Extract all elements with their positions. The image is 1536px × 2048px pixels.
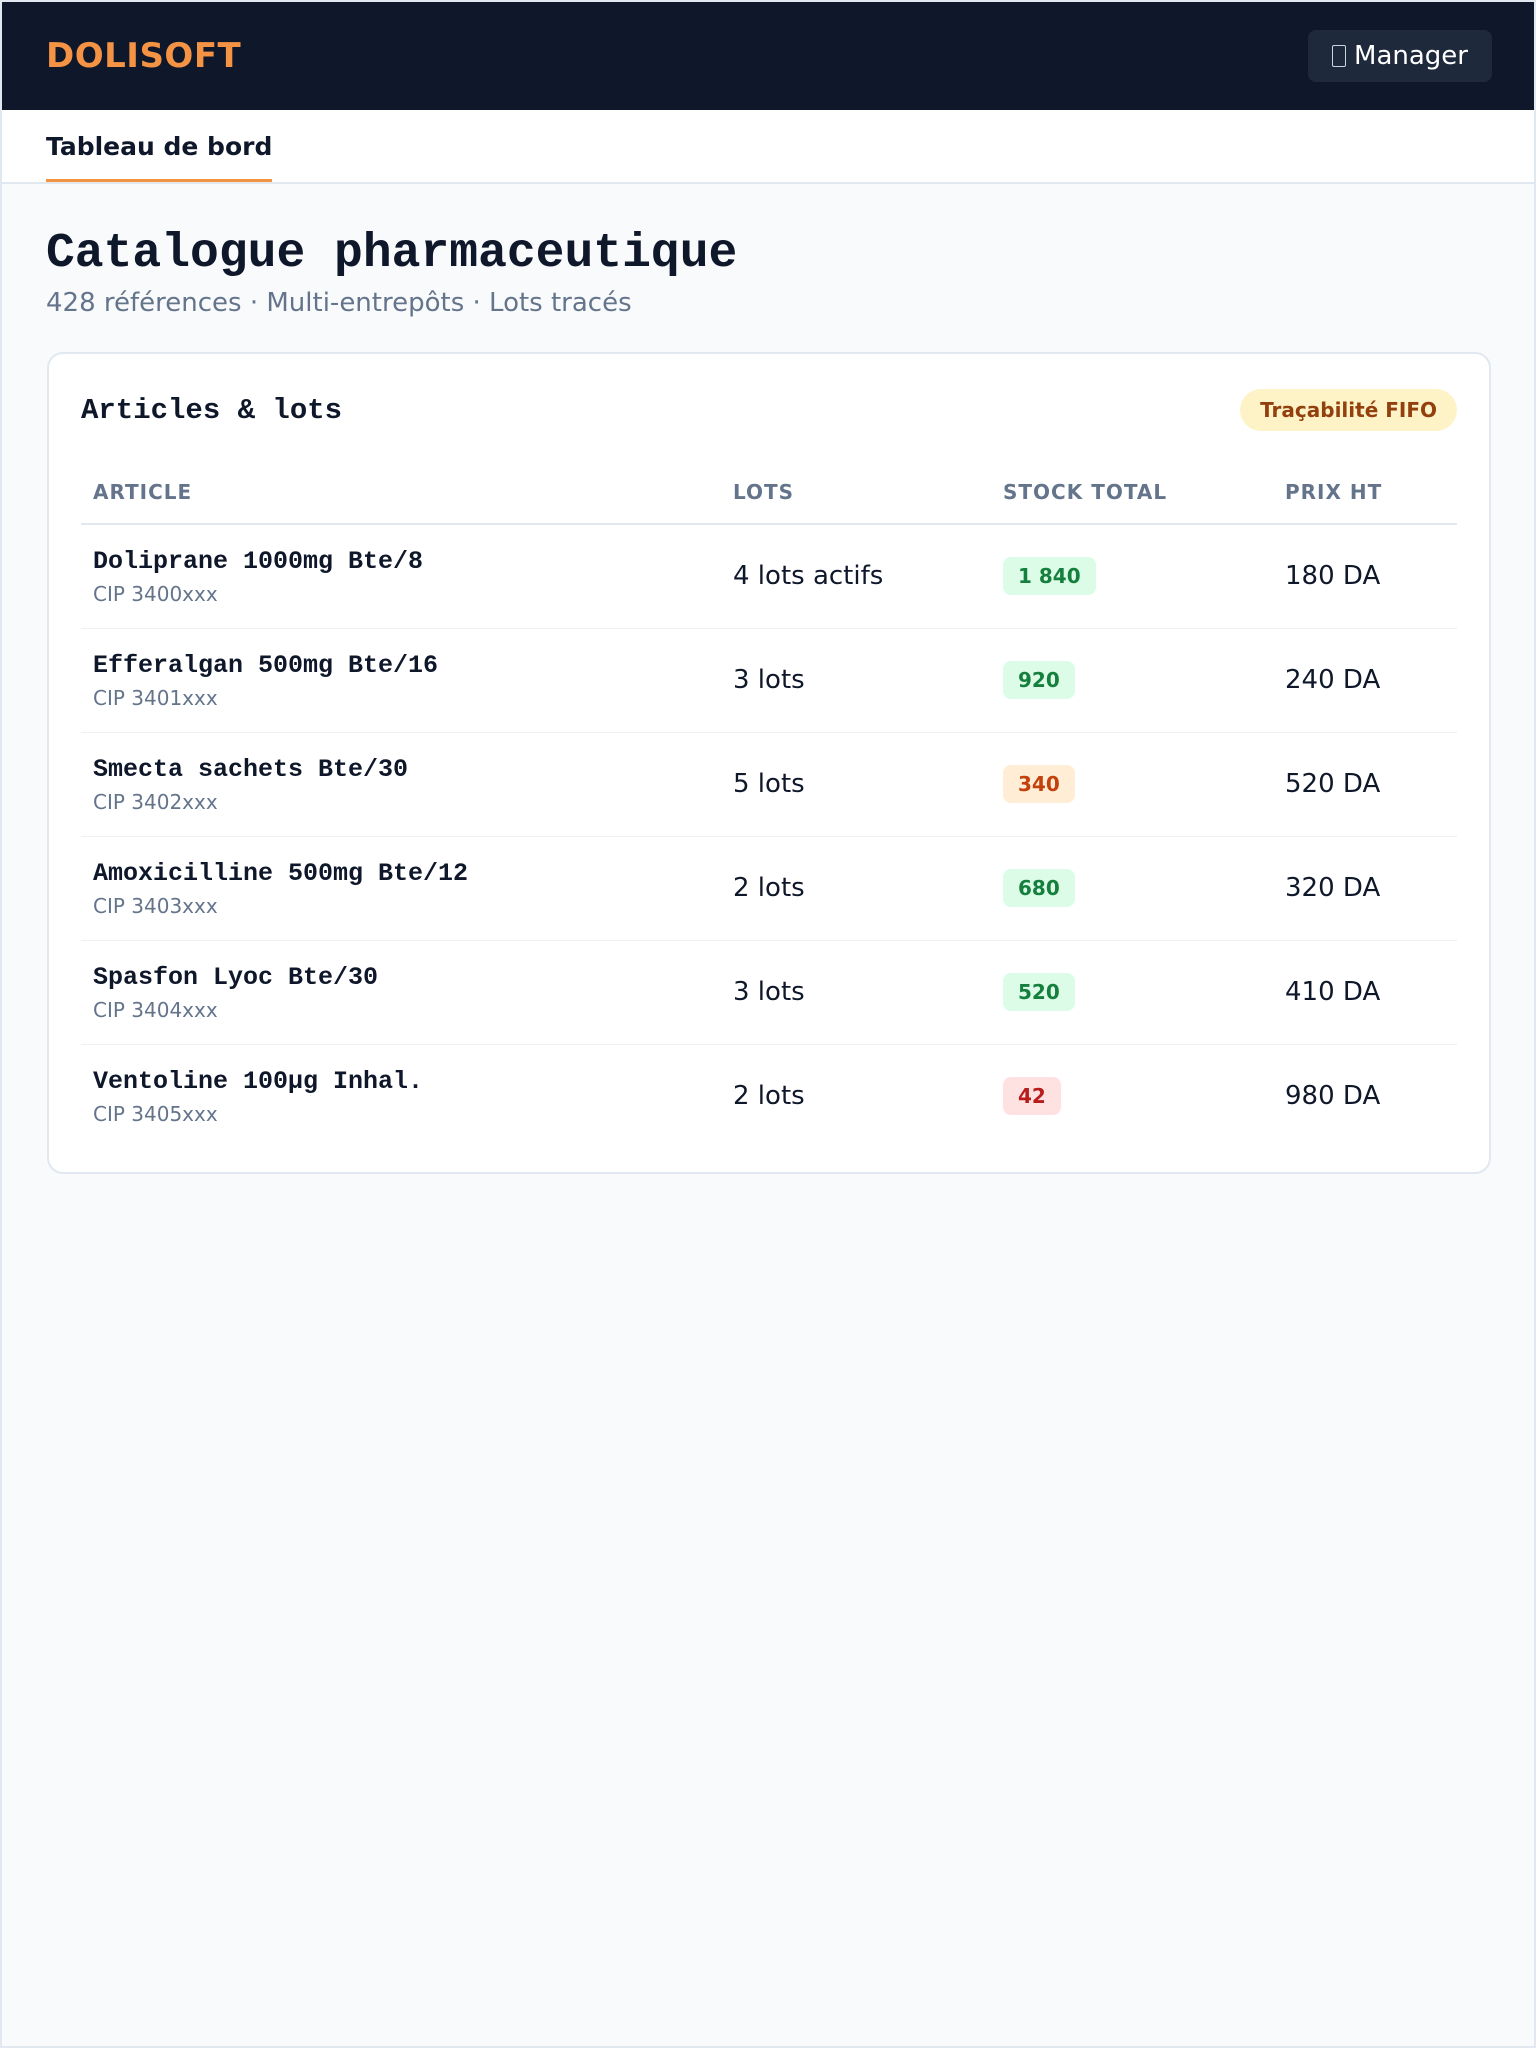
card-title: Articles & lots (81, 393, 343, 427)
stock-badge: 920 (1003, 661, 1075, 699)
table-row[interactable]: Spasfon Lyoc Bte/30 CIP 3404xxx 3 lots 520 4… (81, 940, 1457, 1045)
lots-cell: 2 lots (721, 836, 991, 941)
article-cell: Ventoline 100µg Inhal. CIP 3405xxx (81, 1044, 721, 1148)
stock-cell: 520 (991, 940, 1273, 1045)
card-header: Articles & lots Traçabilité FIFO (81, 354, 1457, 460)
top-bar: DOLISOFT Manager (2, 2, 1534, 110)
tab-bar: Tableau de bord (2, 110, 1534, 184)
article-name: Ventoline 100µg Inhal. (93, 1066, 424, 1096)
article-cell: Amoxicilline 500mg Bte/12 CIP 3403xxx (81, 836, 721, 941)
stock-badge: 42 (1003, 1077, 1061, 1116)
article-cip: CIP 3405xxx (93, 1101, 218, 1126)
table-row[interactable]: Smecta sachets Bte/30 CIP 3402xxx 5 lots 34… (81, 732, 1457, 837)
lots-cell: 3 lots (721, 940, 991, 1045)
column-header-stock[interactable]: STOCK TOTAL (991, 460, 1273, 525)
stock-cell: 340 (991, 732, 1273, 837)
articles-table: ARTICLE LOTS STOCK TOTAL PRIX HT Dolipra… (81, 460, 1457, 1148)
article-name: Amoxicilline 500mg Bte/12 (93, 858, 469, 888)
user-menu-label: Manager (1354, 41, 1468, 71)
column-header-lots[interactable]: LOTS (721, 460, 991, 525)
user-menu-button[interactable]: Manager (1308, 30, 1492, 82)
column-header-article[interactable]: ARTICLE (81, 460, 721, 525)
lots-cell: 3 lots (721, 628, 991, 733)
article-cell: Doliprane 1000mg Bte/8 CIP 3400xxx (81, 524, 721, 629)
table-row[interactable]: Efferalgan 500mg Bte/16 CIP 3401xxx 3 lots… (81, 628, 1457, 733)
article-cip: CIP 3403xxx (93, 893, 218, 918)
article-name: Smecta sachets Bte/30 (93, 754, 409, 784)
article-cip: CIP 3404xxx (93, 997, 218, 1022)
brand-logo[interactable]: DOLISOFT (46, 36, 241, 76)
door-icon (1332, 45, 1347, 67)
column-header-price[interactable]: PRIX HT (1273, 460, 1457, 525)
stock-cell: 42 (991, 1044, 1273, 1148)
stock-badge: 680 (1003, 869, 1075, 907)
price-cell: 410 DA (1273, 940, 1457, 1045)
price-cell: 520 DA (1273, 732, 1457, 837)
stock-cell: 680 (991, 836, 1273, 941)
article-name: Doliprane 1000mg Bte/8 (93, 546, 424, 576)
price-cell: 980 DA (1285, 1081, 1381, 1112)
stock-badge: 520 (1003, 973, 1075, 1011)
lots-cell: 2 lots (733, 1081, 805, 1112)
lots-cell: 4 lots actifs (721, 524, 991, 629)
page-subtitle: 428 références · Multi-entrepôts · Lots … (46, 288, 632, 318)
table-header-row: ARTICLE LOTS STOCK TOTAL PRIX HT (81, 460, 1457, 525)
fifo-badge: Traçabilité FIFO (1240, 389, 1457, 431)
page-header: Catalogue pharmaceutique 428 références … (2, 184, 1534, 318)
article-cip: CIP 3402xxx (93, 789, 218, 814)
price-cell: 240 DA (1273, 628, 1457, 733)
article-cip: CIP 3401xxx (93, 685, 218, 710)
table-row[interactable]: Ventoline 100µg Inhal. CIP 3405xxx 2 lots 4… (81, 1044, 1457, 1148)
stock-badge: 1 840 (1003, 557, 1096, 596)
stock-cell: 920 (991, 628, 1273, 733)
price-cell: 320 DA (1273, 836, 1457, 941)
page-title: Catalogue pharmaceutique (46, 227, 738, 281)
price-cell: 180 DA (1273, 524, 1457, 629)
stock-cell: 1 840 (991, 524, 1273, 629)
table-row[interactable]: Amoxicilline 500mg Bte/12 CIP 3403xxx 2 lo… (81, 836, 1457, 941)
lots-cell: 5 lots (721, 732, 991, 837)
article-cip: CIP 3400xxx (93, 581, 218, 606)
tab-dashboard[interactable]: Tableau de bord (46, 110, 273, 182)
article-cell: Smecta sachets Bte/30 CIP 3402xxx (81, 732, 721, 837)
stock-badge: 340 (1003, 765, 1075, 803)
article-cell: Efferalgan 500mg Bte/16 CIP 3401xxx (81, 628, 721, 733)
article-name: Spasfon Lyoc Bte/30 (93, 962, 379, 992)
article-name: Efferalgan 500mg Bte/16 (93, 650, 439, 680)
articles-card: Articles & lots Traçabilité FIFO ARTICLE… (47, 352, 1491, 1174)
article-cell: Spasfon Lyoc Bte/30 CIP 3404xxx (81, 940, 721, 1045)
table-row[interactable]: Doliprane 1000mg Bte/8 CIP 3400xxx 4 lots … (81, 524, 1457, 629)
